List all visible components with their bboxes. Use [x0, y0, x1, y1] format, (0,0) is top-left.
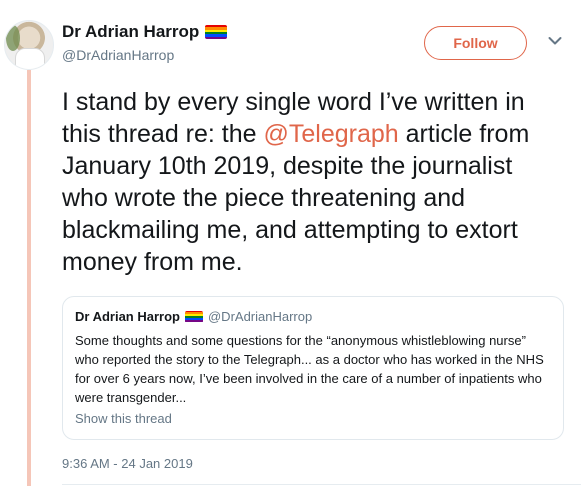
author-name-row: Dr Adrian Harrop [62, 22, 228, 42]
author-display-name[interactable]: Dr Adrian Harrop [62, 22, 199, 42]
chevron-down-icon[interactable] [548, 36, 562, 46]
avatar-shirt [15, 48, 45, 69]
quoted-author-handle: @DrAdrianHarrop [207, 309, 313, 324]
divider [62, 484, 581, 485]
quoted-author-name: Dr Adrian Harrop [75, 309, 180, 324]
quoted-tweet-header: Dr Adrian Harrop @DrAdrianHarrop [75, 309, 312, 324]
tweet-text: I stand by every single word I’ve writte… [62, 86, 562, 278]
follow-button[interactable]: Follow [424, 26, 527, 60]
show-thread-link[interactable]: Show this thread [75, 411, 172, 426]
tweet-timestamp[interactable]: 9:36 AM - 24 Jan 2019 [62, 456, 193, 471]
avatar[interactable] [4, 20, 54, 70]
thread-connector-line [27, 70, 31, 486]
quoted-tweet-text: Some thoughts and some questions for the… [75, 333, 544, 405]
avatar-background-plant [6, 25, 20, 51]
quoted-tweet-card[interactable]: Dr Adrian Harrop @DrAdrianHarrop Some th… [62, 296, 564, 440]
mention-link[interactable]: @Telegraph [264, 120, 399, 148]
rainbow-flag-icon [205, 25, 228, 39]
rainbow-flag-icon [184, 310, 203, 323]
author-handle[interactable]: @DrAdrianHarrop [62, 47, 174, 63]
